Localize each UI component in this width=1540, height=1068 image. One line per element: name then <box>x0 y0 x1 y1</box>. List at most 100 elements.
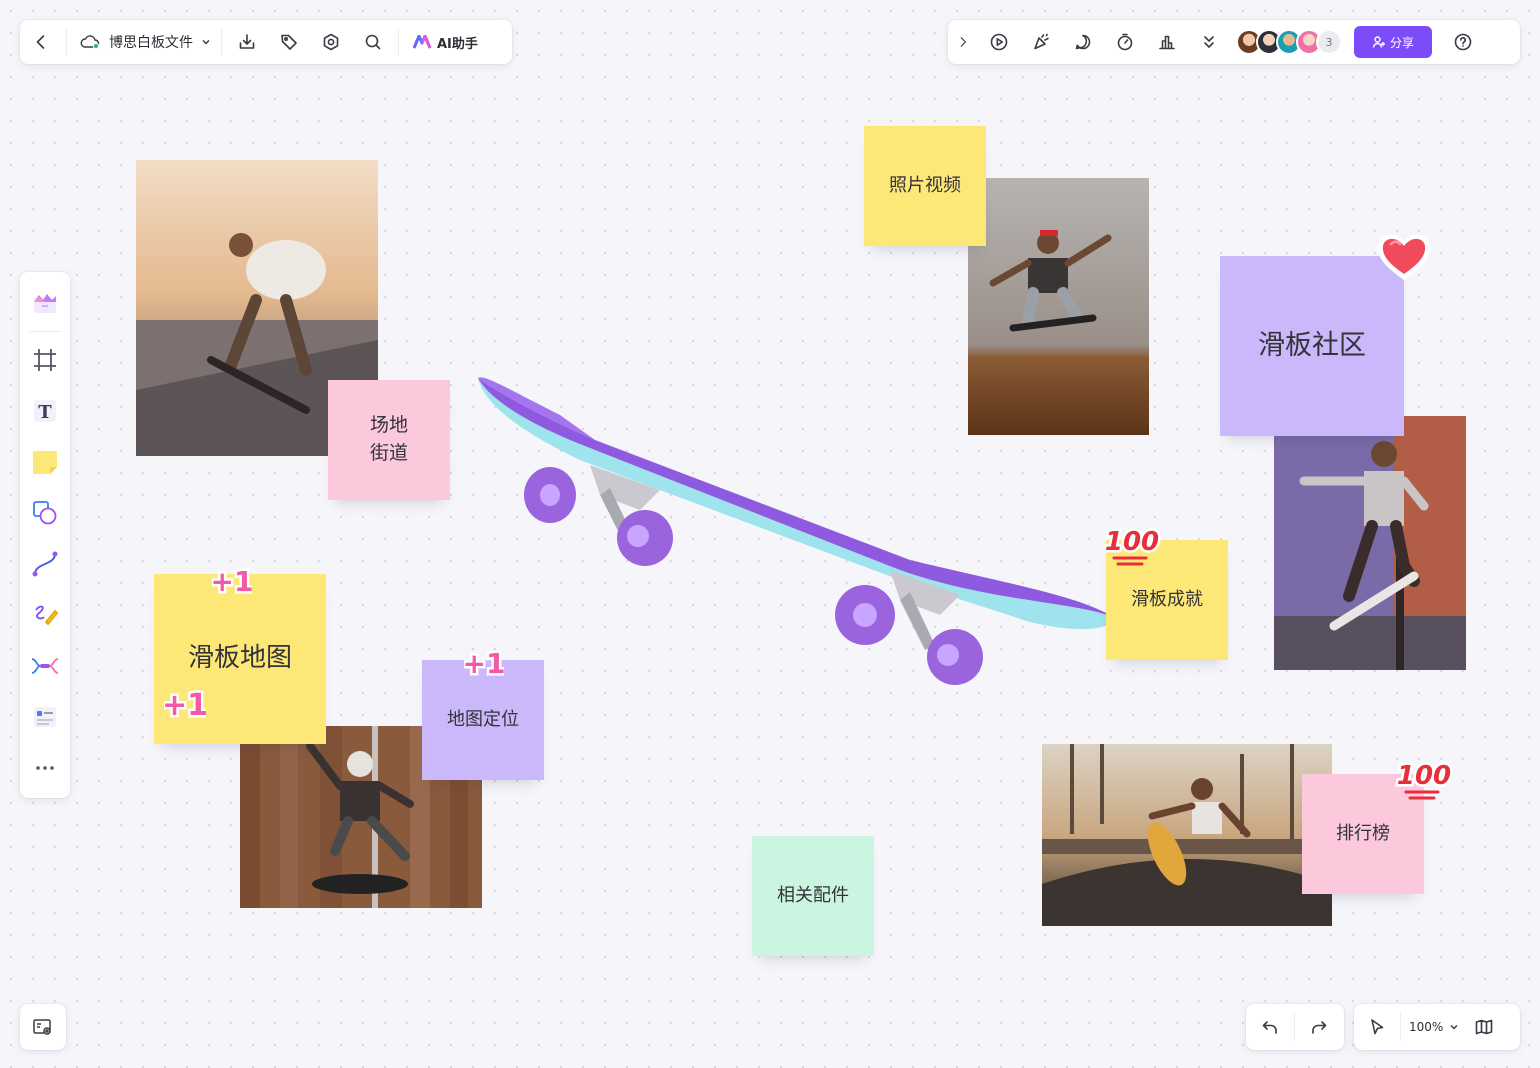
sticky-note-text: 滑板地图 <box>187 643 292 674</box>
undo-button[interactable] <box>1246 1005 1294 1049</box>
toolbar-divider <box>221 28 222 56</box>
download-icon <box>239 34 255 49</box>
search-button[interactable] <box>352 20 394 64</box>
comment-button[interactable] <box>1062 20 1104 64</box>
search-icon <box>365 34 381 50</box>
back-button[interactable] <box>20 20 62 64</box>
gear-icon <box>323 33 339 51</box>
zoom-dropdown[interactable]: 100% <box>1401 1004 1463 1050</box>
pen-tool[interactable] <box>20 589 70 640</box>
extra-collaborators-count[interactable]: 3 <box>1316 29 1342 55</box>
toolbox-divider <box>29 331 61 332</box>
tag-icon <box>281 34 297 50</box>
ai-logo-icon <box>413 35 432 49</box>
vote-button[interactable] <box>1146 20 1188 64</box>
toolbar-divider <box>398 28 399 56</box>
collapse-toolbar-button[interactable] <box>948 20 978 64</box>
tag-button[interactable] <box>268 20 310 64</box>
comment-icon <box>1075 34 1091 50</box>
more-tools-button[interactable] <box>1188 20 1230 64</box>
minimap-icon <box>33 1019 51 1035</box>
hundred-points-sticker[interactable]: 100 <box>1394 754 1454 808</box>
zoom-controls: 100% <box>1354 1004 1520 1050</box>
sticky-note-text: 排行榜 <box>1336 822 1390 844</box>
minimap-button[interactable] <box>20 1004 66 1050</box>
map-view-button[interactable] <box>1463 1005 1505 1049</box>
hundred-sticker-label: 100 <box>1105 527 1159 557</box>
celebrate-button[interactable] <box>1020 20 1062 64</box>
timer-button[interactable] <box>1104 20 1146 64</box>
template-icon <box>34 293 56 313</box>
sticky-note-text: 场地 街道 <box>369 414 408 464</box>
plus-one-sticker-label: +1 <box>164 688 206 722</box>
bar-chart-icon <box>1159 35 1175 50</box>
skate-bowl-beach-photo[interactable] <box>1042 744 1332 926</box>
sticky-note-accessories[interactable]: 相关配件 <box>752 836 874 956</box>
cursor-arrow-icon <box>1371 1019 1384 1035</box>
template-library-tool[interactable] <box>20 278 70 329</box>
share-button[interactable]: 分享 <box>1354 26 1432 58</box>
skateboard-illustration[interactable] <box>470 370 1130 700</box>
plus-one-sticker[interactable]: +1 <box>159 684 210 726</box>
collaborator-avatars[interactable]: 3 <box>1236 29 1342 55</box>
heart-sticker[interactable] <box>1374 228 1434 284</box>
party-popper-icon <box>1034 33 1049 50</box>
more-widgets-tool[interactable] <box>20 691 70 742</box>
shape-tool[interactable] <box>20 487 70 538</box>
connector-line-icon <box>32 551 58 576</box>
file-name-label: 博思白板文件 <box>109 35 193 51</box>
toolbar-divider <box>66 28 67 56</box>
chevron-right-icon <box>960 37 967 47</box>
frame-tool[interactable] <box>20 334 70 385</box>
share-label: 分享 <box>1389 35 1414 50</box>
chevron-down-icon <box>1450 1024 1458 1030</box>
file-name-dropdown[interactable]: 博思白板文件 <box>71 20 217 64</box>
sticky-note-text: 相关配件 <box>777 884 849 906</box>
present-button[interactable] <box>978 20 1020 64</box>
more-button[interactable] <box>20 742 70 793</box>
hundred-sticker-label: 100 <box>1397 761 1451 791</box>
map-book-icon <box>1476 1019 1493 1035</box>
download-button[interactable] <box>226 20 268 64</box>
settings-button[interactable] <box>310 20 352 64</box>
more-dots-icon <box>36 765 54 770</box>
redo-button[interactable] <box>1295 1005 1343 1049</box>
sticky-note-text: 地图定位 <box>447 708 519 730</box>
mind-map-icon <box>31 657 59 674</box>
skater-purple-wall-photo[interactable] <box>1274 416 1466 670</box>
text-icon: T <box>34 399 56 423</box>
ai-assistant-label: AI助手 <box>437 36 478 52</box>
hundred-points-sticker[interactable]: 100 <box>1102 520 1162 574</box>
frame-icon <box>34 348 56 371</box>
zoom-level: 100% <box>1409 1020 1444 1034</box>
add-user-icon <box>1372 36 1385 48</box>
file-toolbar: 博思白板文件 AI助手 <box>20 20 512 64</box>
plus-one-sticker[interactable]: +1 <box>460 644 508 684</box>
plus-one-sticker-label: +1 <box>212 565 252 598</box>
card-list-icon <box>34 706 56 727</box>
sticky-note-tool[interactable] <box>20 436 70 487</box>
photo-illustration <box>1274 416 1466 670</box>
help-button[interactable] <box>1442 20 1484 64</box>
sticky-note-text: 照片视频 <box>889 174 961 196</box>
ai-assistant-button[interactable]: AI助手 <box>403 20 488 64</box>
shapes-icon <box>33 500 57 524</box>
connector-tool[interactable] <box>20 538 70 589</box>
plus-one-sticker[interactable]: +1 <box>208 562 256 602</box>
double-chevron-down-icon <box>1204 36 1214 48</box>
text-tool[interactable]: T <box>20 385 70 436</box>
sticky-note-text: 滑板社区 <box>1258 330 1366 362</box>
help-icon <box>1454 33 1472 51</box>
sticky-note-text: 滑板成就 <box>1131 588 1203 610</box>
sticky-note-venue[interactable]: 场地 街道 <box>328 380 450 500</box>
sticky-note-icon <box>33 450 57 474</box>
pen-scribble-icon <box>35 605 59 625</box>
sticky-note-photo-video[interactable]: 照片视频 <box>864 126 986 246</box>
select-mode-button[interactable] <box>1354 1005 1400 1049</box>
creation-toolbox: T <box>20 272 70 798</box>
timer-icon <box>1117 33 1133 51</box>
mind-map-tool[interactable] <box>20 640 70 691</box>
history-controls <box>1246 1004 1344 1050</box>
undo-icon <box>1262 1021 1277 1034</box>
cloud-saved-icon <box>80 35 100 50</box>
